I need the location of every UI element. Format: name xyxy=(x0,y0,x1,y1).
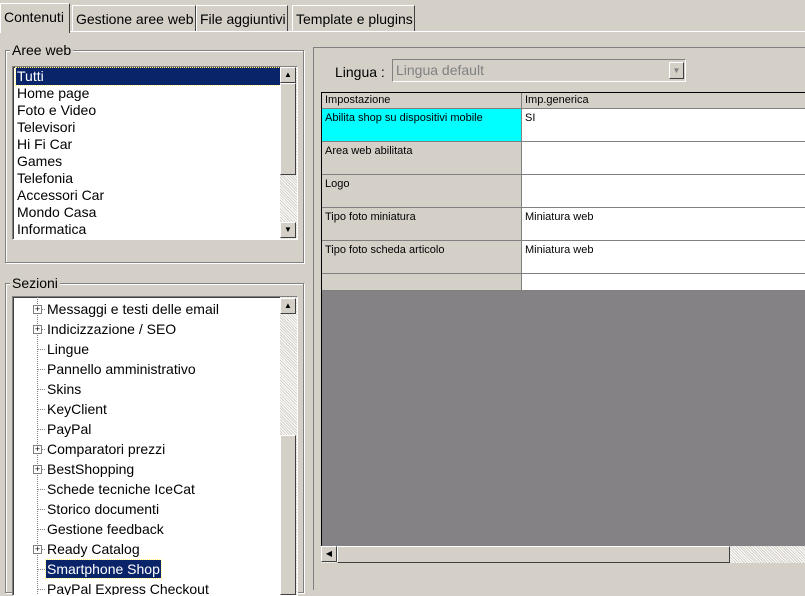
tree-item-label: Gestione feedback xyxy=(47,521,164,537)
area-web-item[interactable]: Accessori Car xyxy=(16,187,104,204)
area-web-item[interactable]: Hi Fi Car xyxy=(16,136,72,153)
tree-item-label: Messaggi e testi delle email xyxy=(47,301,219,317)
tree-item[interactable]: Schede tecniche IceCat xyxy=(13,479,279,499)
scroll-up-icon[interactable]: ▲ xyxy=(280,67,296,83)
tree-item[interactable]: Smartphone Shop xyxy=(13,559,279,579)
tree-item[interactable]: Skins xyxy=(13,379,279,399)
grid-setting-value[interactable] xyxy=(522,142,805,175)
sezioni-scrollbar[interactable]: ▲ xyxy=(280,297,297,595)
chevron-down-icon[interactable]: ▼ xyxy=(669,62,684,79)
lingua-value: Lingua default xyxy=(396,62,484,78)
tree-item-label: Comparatori prezzi xyxy=(47,441,166,457)
tree-item-label: PayPal Express Checkout xyxy=(47,581,209,596)
expand-icon[interactable]: + xyxy=(33,305,42,314)
area-web-item[interactable]: Mondo Casa xyxy=(16,204,96,221)
area-web-item[interactable]: Informatica xyxy=(16,221,86,238)
grid-empty-row-value xyxy=(522,274,805,291)
tree-connector xyxy=(38,489,46,490)
tree-connector xyxy=(38,369,46,370)
column-header-imp-generica[interactable]: Imp.generica xyxy=(522,93,805,109)
tree-connector xyxy=(38,409,46,410)
tab-file-aggiuntivi[interactable]: File aggiuntivi xyxy=(196,5,288,32)
tree-item-label: Skins xyxy=(47,381,82,397)
tab-contenuti[interactable]: Contenuti xyxy=(0,3,70,33)
grid-setting-value[interactable]: Miniatura web xyxy=(522,208,805,241)
grid-setting-value[interactable]: SI xyxy=(522,109,805,142)
grid-setting-name[interactable]: Logo xyxy=(322,175,522,208)
scroll-down-icon[interactable]: ▼ xyxy=(280,222,296,238)
tree-item[interactable]: + BestShopping xyxy=(13,459,279,479)
tree-item-label: Lingue xyxy=(47,341,90,357)
tree-item-label: KeyClient xyxy=(47,401,107,417)
sezioni-tree[interactable]: + Messaggi e testi delle email + Indicizzaz… xyxy=(12,296,298,596)
tab-gestione-aree-web[interactable]: Gestione aree web xyxy=(72,5,196,32)
aree-web-list[interactable]: Tutti Home page Foto e Video Televisori Hi F… xyxy=(12,66,298,240)
tree-item-label: Storico documenti xyxy=(47,501,160,517)
scroll-thumb[interactable] xyxy=(280,83,296,175)
grid-setting-name[interactable]: Area web abilitata xyxy=(322,142,522,175)
grid-setting-name[interactable]: Tipo foto scheda articolo xyxy=(322,241,522,274)
tree-item-label: Smartphone Shop xyxy=(45,559,162,579)
settings-grid[interactable]: Impostazione Imp.generica Abilita shop s… xyxy=(321,92,805,562)
expand-icon[interactable]: + xyxy=(33,325,42,334)
tree-item-label: Ready Catalog xyxy=(47,541,140,557)
area-web-item[interactable]: Televisori xyxy=(16,119,75,136)
tree-item-label: Schede tecniche IceCat xyxy=(47,481,195,497)
tree-item[interactable]: Storico documenti xyxy=(13,499,279,519)
tree-connector xyxy=(38,529,46,530)
sezioni-legend: Sezioni xyxy=(10,275,60,291)
scroll-left-icon[interactable]: ◀ xyxy=(321,546,337,562)
area-web-item[interactable]: Telefonia xyxy=(16,170,73,187)
tree-item-label: Pannello amministrativo xyxy=(47,361,196,377)
tree-item[interactable]: PayPal xyxy=(13,419,279,439)
column-header-impostazione[interactable]: Impostazione xyxy=(322,93,522,109)
area-web-item[interactable]: Foto e Video xyxy=(16,102,96,119)
tree-item[interactable]: + Comparatori prezzi xyxy=(13,439,279,459)
scroll-thumb[interactable] xyxy=(337,546,730,563)
lingua-label: Lingua : xyxy=(335,64,385,80)
tree-connector xyxy=(38,389,46,390)
expand-icon[interactable]: + xyxy=(33,445,42,454)
tree-item[interactable]: PayPal Express Checkout xyxy=(13,579,279,596)
grid-setting-value[interactable]: Miniatura web xyxy=(522,241,805,274)
tree-connector xyxy=(38,569,46,570)
scroll-up-icon[interactable]: ▲ xyxy=(280,298,296,314)
grid-empty-row-name xyxy=(322,274,522,291)
scroll-thumb[interactable] xyxy=(280,435,296,595)
tree-item-label: BestShopping xyxy=(47,461,135,477)
tree-item[interactable]: Gestione feedback xyxy=(13,519,279,539)
tab-template-e-plugins[interactable]: Template e plugins xyxy=(292,5,415,32)
tree-item-label: PayPal xyxy=(47,421,92,437)
tree-connector xyxy=(38,349,46,350)
tree-item-label: Indicizzazione / SEO xyxy=(47,321,177,337)
tree-item[interactable]: KeyClient xyxy=(13,399,279,419)
tree-item[interactable]: Lingue xyxy=(13,339,279,359)
area-web-item[interactable]: Home page xyxy=(16,85,89,102)
tab-divider xyxy=(0,31,805,32)
area-web-item[interactable]: Tutti xyxy=(15,67,283,86)
grid-setting-name[interactable]: Abilita shop su dispositivi mobile xyxy=(322,109,522,142)
tree-connector xyxy=(38,509,46,510)
expand-icon[interactable]: + xyxy=(33,545,42,554)
lingua-select[interactable]: Lingua default ▼ xyxy=(392,59,686,82)
tree-item[interactable]: Pannello amministrativo xyxy=(13,359,279,379)
tree-item[interactable]: + Indicizzazione / SEO xyxy=(13,319,279,339)
grid-horizontal-scrollbar[interactable]: ◀ xyxy=(321,546,805,563)
tree-connector xyxy=(38,429,46,430)
tree-item[interactable]: + Ready Catalog xyxy=(13,539,279,559)
grid-setting-value[interactable] xyxy=(522,175,805,208)
expand-icon[interactable]: + xyxy=(33,465,42,474)
aree-web-scrollbar[interactable]: ▲ ▼ xyxy=(280,67,297,239)
aree-web-legend: Aree web xyxy=(10,42,74,58)
area-web-item[interactable]: Games xyxy=(16,153,62,170)
grid-setting-name[interactable]: Tipo foto miniatura xyxy=(322,208,522,241)
tree-item[interactable]: + Messaggi e testi delle email xyxy=(13,299,279,319)
